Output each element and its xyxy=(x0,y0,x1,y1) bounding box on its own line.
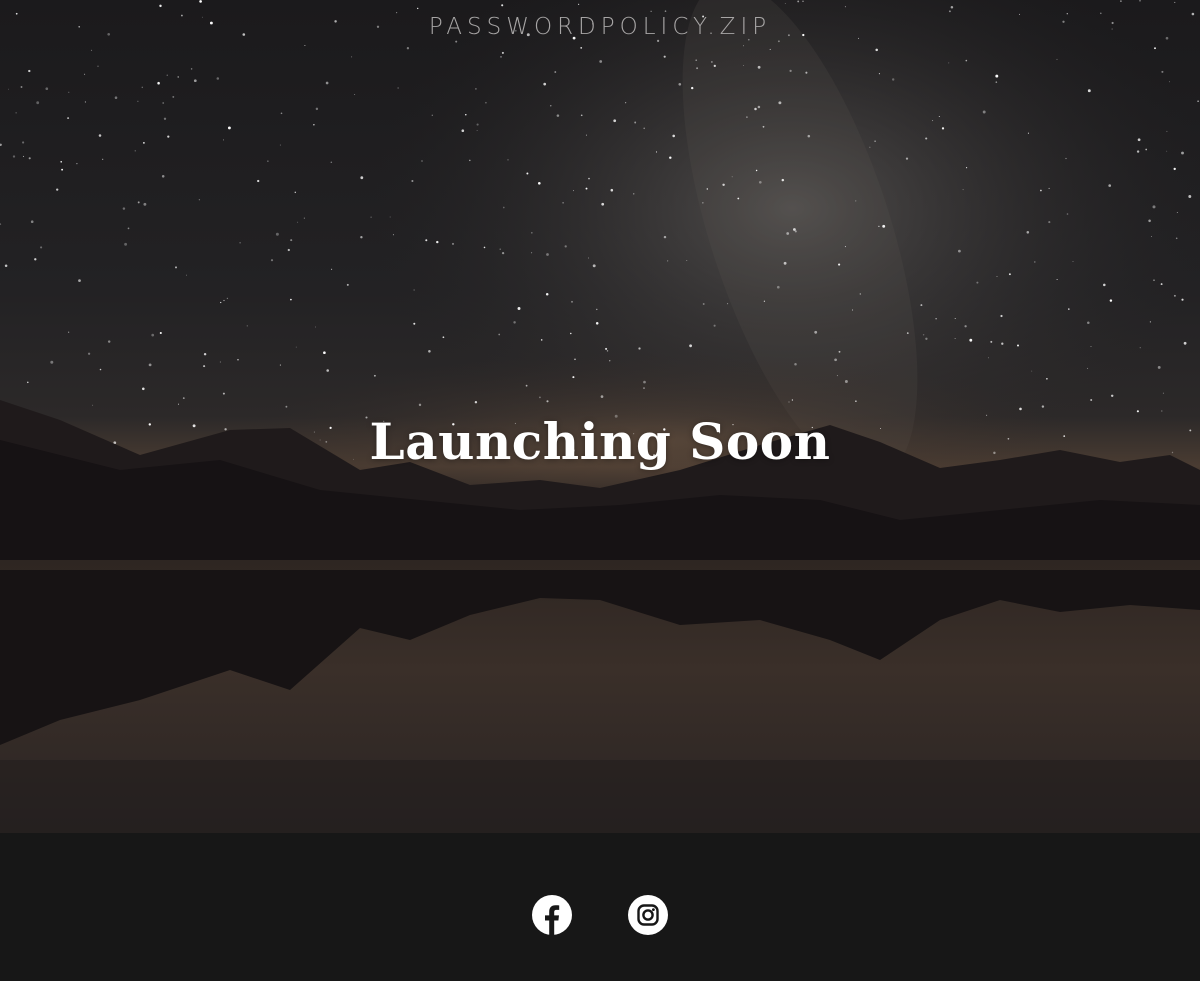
facebook-icon xyxy=(532,895,572,935)
site-name[interactable]: PASSWORDPOLICY.ZIP xyxy=(0,14,1200,40)
facebook-link[interactable] xyxy=(531,894,573,936)
hero-section: PASSWORDPOLICY.ZIP Launching Soon xyxy=(0,0,1200,833)
page-headline: Launching Soon xyxy=(369,412,831,471)
footer xyxy=(0,833,1200,981)
instagram-link[interactable] xyxy=(627,894,669,936)
instagram-icon xyxy=(628,895,668,935)
